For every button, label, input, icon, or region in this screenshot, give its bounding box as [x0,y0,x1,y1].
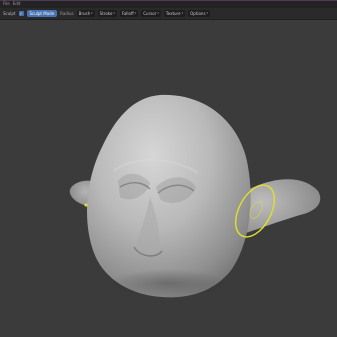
menu-file[interactable]: File [3,0,10,8]
falloff-dropdown-label: Falloff [121,11,134,16]
chin-shadow [108,269,228,297]
falloff-dropdown[interactable]: Falloff ▾ [119,10,139,17]
options-dropdown-label: Options [190,11,206,16]
chevron-down-icon: ▾ [91,11,93,15]
texture-dropdown-label: Texture [165,11,181,16]
blender-sculpt-window: File Edit Sculpt ✓ Sculpt Mode Radius Br… [0,0,337,337]
tool-header: Sculpt ✓ Sculpt Mode Radius Brush ▾ Stro… [0,8,337,20]
cursor-dropdown[interactable]: Cursor ▾ [141,10,161,17]
chevron-down-icon: ▾ [206,11,209,15]
mode-label: Sculpt [3,11,16,16]
vertex-marker [84,203,88,207]
texture-dropdown[interactable]: Texture ▾ [163,10,186,17]
brush-dropdown-label: Brush [78,11,91,16]
chevron-down-icon: ▾ [181,11,184,15]
menu-edit[interactable]: Edit [13,0,21,8]
brush-dropdown[interactable]: Brush ▾ [76,10,95,17]
active-tool-button[interactable]: Sculpt Mode [26,10,58,17]
menubar-accent-line [0,0,337,1]
chevron-down-icon: ▾ [157,11,159,15]
checkmark-icon[interactable]: ✓ [18,11,24,16]
options-dropdown[interactable]: Options ▾ [188,10,211,17]
stroke-dropdown-label: Stroke [99,11,113,16]
chevron-down-icon: ▾ [134,11,137,15]
cursor-dropdown-label: Cursor [143,11,157,16]
chevron-down-icon: ▾ [113,11,115,15]
3d-viewport[interactable] [0,21,337,337]
sculpt-mesh-render [0,21,337,337]
radius-label: Radius [60,11,74,16]
stroke-dropdown[interactable]: Stroke ▾ [97,10,117,17]
menubar: File Edit [0,0,337,8]
